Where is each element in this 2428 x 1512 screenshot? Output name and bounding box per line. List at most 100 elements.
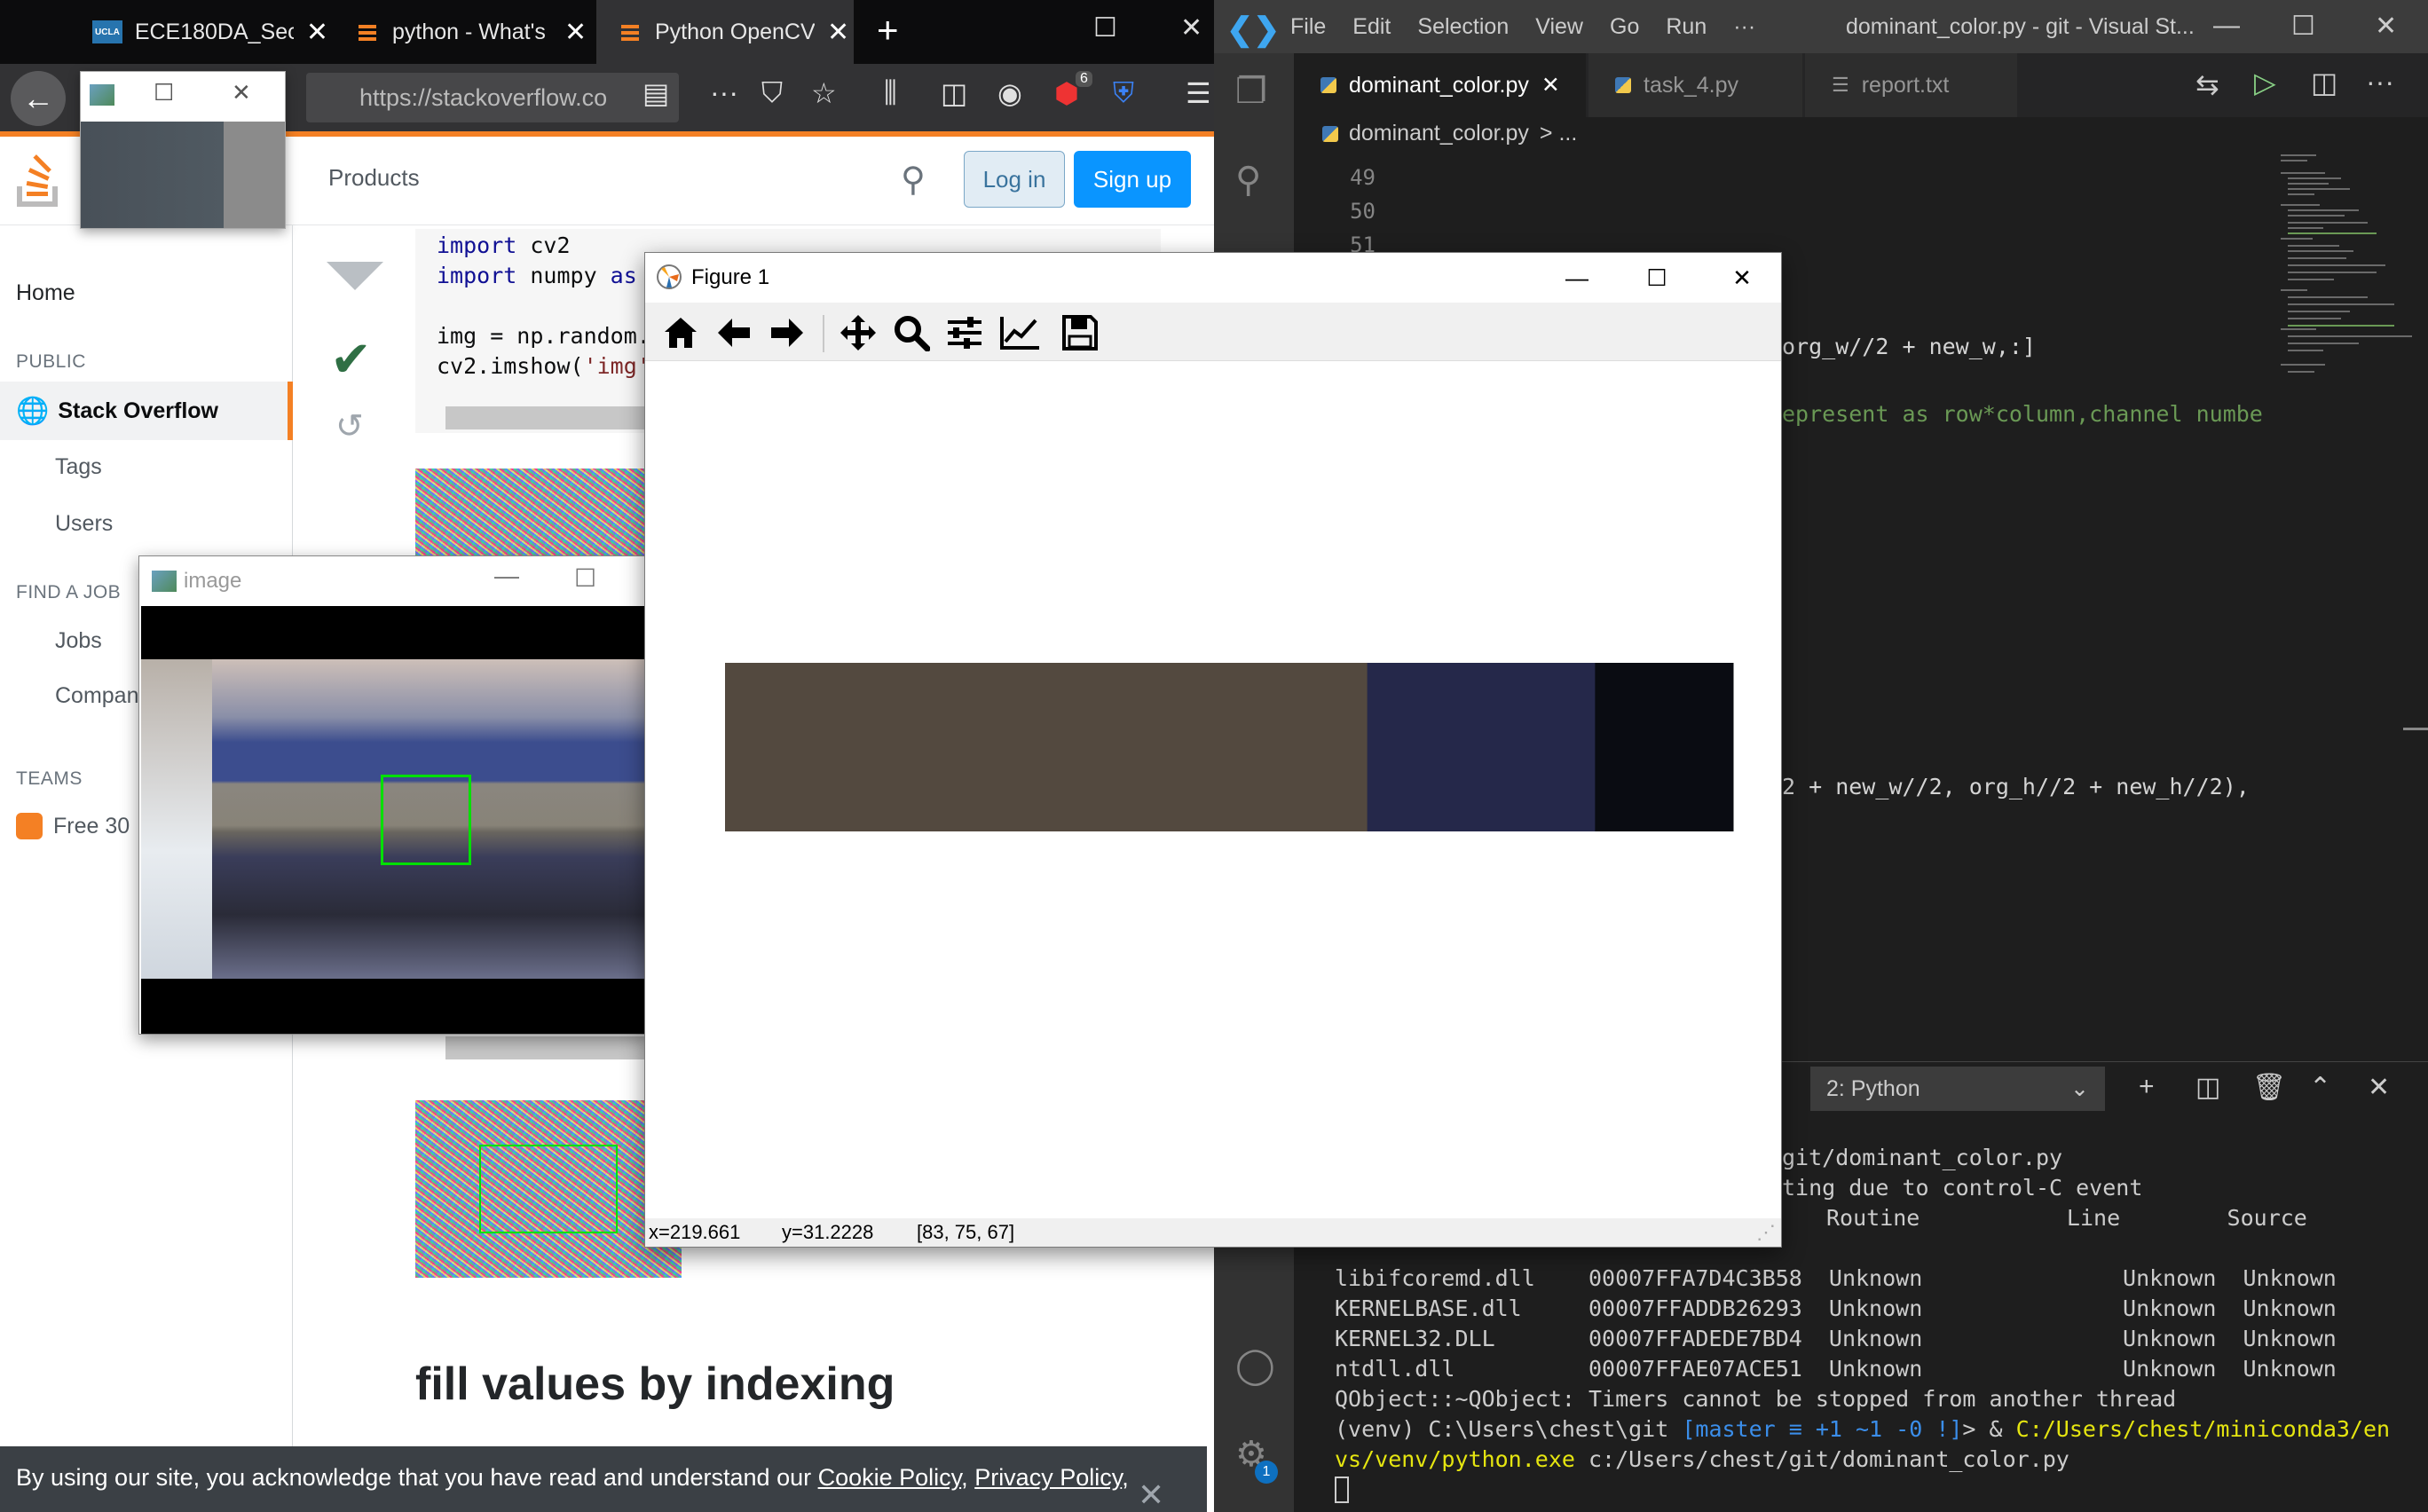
new-terminal-icon[interactable]: +: [2139, 1072, 2155, 1102]
noise-image: [415, 469, 646, 557]
mini-image-window[interactable]: ☐ ✕: [80, 71, 286, 229]
hamburger-menu-icon[interactable]: ☰: [1186, 76, 1211, 110]
nav-stack-overflow[interactable]: 🌐 Stack Overflow: [16, 396, 218, 427]
sidebar-icon[interactable]: ◫: [941, 76, 967, 110]
maximize-icon[interactable]: ☐: [2291, 11, 2315, 42]
terminal-cursor[interactable]: [1335, 1477, 1349, 1503]
tab-python-opencv[interactable]: Python OpenCV ✕: [596, 0, 854, 64]
menu-run[interactable]: Run: [1666, 14, 1707, 40]
split-editor-icon[interactable]: ◫: [2311, 66, 2337, 99]
resize-grip-icon[interactable]: ⋰: [1756, 1221, 1776, 1244]
pan-move-icon[interactable]: [835, 310, 881, 356]
stackoverflow-logo-icon[interactable]: [16, 151, 66, 212]
close-window-icon[interactable]: ✕: [2375, 11, 2397, 42]
opencv-image-window[interactable]: image — ☐: [138, 555, 650, 1035]
close-icon[interactable]: ✕: [306, 17, 328, 48]
nav-teams-free[interactable]: Free 30: [16, 813, 130, 839]
terminal-line: git/dominant_color.py: [1782, 1145, 2063, 1170]
maximize-icon[interactable]: ☐: [1093, 12, 1117, 43]
cookie-text-a: By using our site, you acknowledge that …: [16, 1464, 818, 1491]
close-icon[interactable]: ✕: [1707, 260, 1778, 295]
maximize-icon[interactable]: ☐: [574, 563, 596, 593]
nav-label: Stack Overflow: [58, 398, 218, 423]
figure-statusbar: x=219.661 y=31.2228 [83, 75, 67] ⋰: [645, 1218, 1781, 1247]
privacy-policy-link[interactable]: Privacy Policy: [974, 1464, 1122, 1491]
nav-home[interactable]: Home: [16, 280, 75, 306]
close-icon[interactable]: ✕: [1138, 1477, 1164, 1512]
chevron-down-icon: ⌄: [2070, 1076, 2089, 1101]
nav-users[interactable]: Users: [55, 511, 113, 537]
bitwarden-icon[interactable]: ⛨: [1113, 76, 1134, 110]
menu-more[interactable]: ···: [1733, 14, 1755, 40]
save-floppy-icon[interactable]: [1057, 310, 1103, 356]
explorer-icon[interactable]: ❐: [1235, 71, 1267, 112]
menu-view[interactable]: View: [1535, 14, 1583, 40]
maximize-icon[interactable]: ☐: [1621, 260, 1692, 295]
close-icon[interactable]: ✕: [827, 17, 849, 48]
menu-selection[interactable]: Selection: [1417, 14, 1509, 40]
chevron-up-icon[interactable]: ⌃: [2309, 1072, 2331, 1103]
maximize-icon[interactable]: ☐: [154, 79, 174, 106]
tab-python-whats[interactable]: python - What's ✕: [334, 0, 591, 64]
signup-button[interactable]: Sign up: [1074, 151, 1191, 208]
cookie-policy-link[interactable]: Cookie Policy: [818, 1464, 962, 1491]
breadcrumb-file[interactable]: dominant_color.py: [1349, 121, 1529, 146]
minimize-icon[interactable]: —: [1541, 260, 1612, 295]
code-scrollbar[interactable]: [445, 1036, 650, 1059]
configure-subplots-icon[interactable]: [942, 310, 988, 356]
more-actions-icon[interactable]: ···: [710, 76, 738, 109]
code-text: numpy: [516, 263, 611, 288]
tab-ece180da[interactable]: UCLA ECE180DA_Sec1... ✕: [71, 0, 328, 64]
account-icon[interactable]: ◯: [1235, 1345, 1275, 1386]
split-terminal-icon[interactable]: ◫: [2195, 1072, 2220, 1103]
matplotlib-figure-window[interactable]: Figure 1 — ☐ ✕ x=219.661 y=31.2228 [83, …: [644, 252, 1782, 1248]
url-bar[interactable]: https://stackoverflow.co: [306, 73, 679, 122]
new-tab-icon[interactable]: +: [877, 9, 899, 51]
pocket-icon[interactable]: ⛉: [761, 76, 783, 110]
code-line: cv2.imshow('img'): [437, 353, 664, 379]
trash-icon[interactable]: 🗑: [2252, 1072, 2286, 1103]
library-icon[interactable]: ⫼: [884, 76, 897, 110]
cookie-text: By using our site, you acknowledge that …: [16, 1464, 1129, 1492]
edit-axis-icon[interactable]: [997, 310, 1043, 356]
close-window-icon[interactable]: ✕: [1180, 12, 1202, 43]
tab-report[interactable]: ☰ report.txt: [1805, 53, 2018, 117]
downvote-arrow-icon[interactable]: [327, 262, 383, 290]
run-icon[interactable]: ▷: [2254, 66, 2276, 99]
products-link[interactable]: Products: [328, 164, 420, 192]
reader-view-icon[interactable]: ▤: [642, 76, 669, 110]
nav-companies[interactable]: Compan: [55, 683, 139, 709]
close-icon[interactable]: ✕: [1541, 72, 1560, 98]
search-icon[interactable]: ⚲: [901, 160, 926, 200]
account-icon[interactable]: ◉: [997, 76, 1022, 110]
back-arrow-icon[interactable]: [711, 310, 757, 356]
terminal-selector[interactable]: 2: Python ⌄: [1810, 1067, 2105, 1111]
back-arrow-icon[interactable]: ←: [11, 71, 66, 126]
minimize-icon[interactable]: —: [2213, 11, 2240, 41]
code-scrollbar[interactable]: [445, 406, 650, 429]
search-icon[interactable]: ⚲: [1235, 160, 1261, 201]
home-icon[interactable]: [658, 310, 704, 356]
forward-arrow-icon[interactable]: [764, 310, 810, 356]
nav-section-public: PUBLIC: [16, 351, 86, 372]
history-icon[interactable]: ↺: [335, 406, 364, 446]
nav-tags[interactable]: Tags: [55, 454, 102, 480]
more-actions-icon[interactable]: ···: [2366, 66, 2394, 98]
close-icon[interactable]: ✕: [232, 79, 251, 106]
menu-go[interactable]: Go: [1610, 14, 1639, 40]
minimize-icon[interactable]: —: [494, 562, 519, 590]
menu-edit[interactable]: Edit: [1352, 14, 1391, 40]
figure-canvas[interactable]: [645, 361, 1781, 1218]
menu-file[interactable]: File: [1290, 14, 1326, 40]
cursor-x-readout: x=219.661: [649, 1221, 741, 1243]
login-button[interactable]: Log in: [964, 151, 1065, 208]
zoom-magnifier-icon[interactable]: [888, 310, 934, 356]
close-icon[interactable]: ✕: [564, 17, 587, 48]
bookmark-star-icon[interactable]: ☆: [811, 76, 837, 110]
tab-task-4[interactable]: task_4.py: [1588, 53, 1803, 117]
terminal-line: QObject::~QObject: Timers cannot be stop…: [1335, 1386, 2177, 1412]
tab-dominant-color[interactable]: dominant_color.py ✕: [1294, 53, 1587, 117]
close-panel-icon[interactable]: ✕: [2368, 1072, 2390, 1103]
open-changes-icon[interactable]: ⇆: [2195, 67, 2219, 101]
nav-jobs[interactable]: Jobs: [55, 628, 102, 654]
